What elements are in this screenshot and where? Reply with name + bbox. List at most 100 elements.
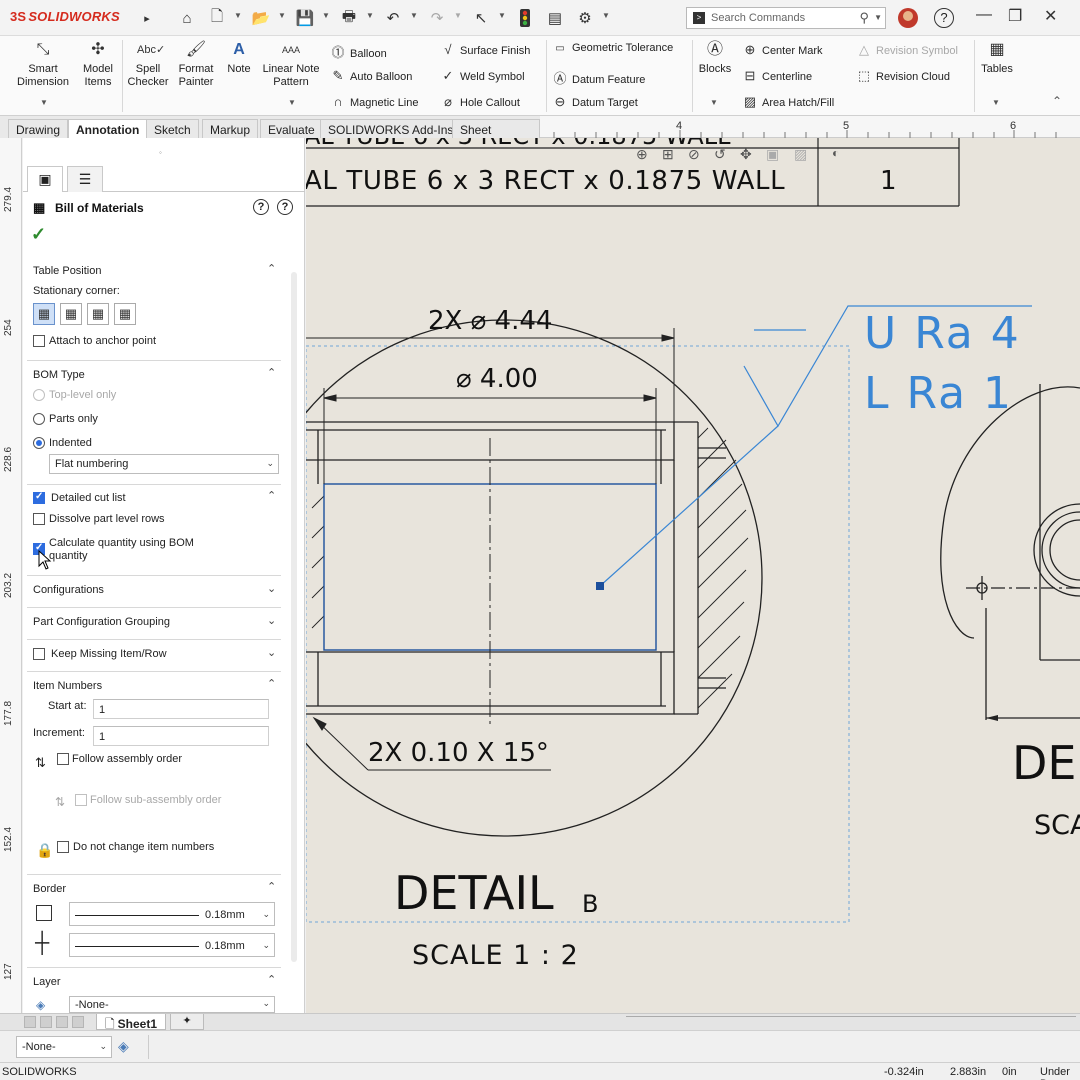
print-icon[interactable]: 🖶 (338, 7, 360, 29)
second-detail-scale[interactable]: SCA (1034, 810, 1080, 841)
geometric-tolerance-button[interactable]: ▭ Geometric Tolerance (552, 42, 673, 54)
tab-sketch[interactable]: Sketch (146, 119, 199, 138)
add-sheet-icon[interactable]: ✦ (170, 1014, 204, 1030)
horizontal-scrollbar[interactable] (626, 1016, 1076, 1028)
box-border-thickness-select[interactable]: 0.18mm ⌄ (69, 902, 275, 926)
section-layer[interactable]: Layer (33, 976, 61, 988)
smart-dimension-dropdown-icon[interactable]: ▼ (40, 98, 48, 107)
section-keep-missing-item[interactable]: Keep Missing Item/Row (51, 648, 167, 660)
select-cursor-icon[interactable]: ↖ (470, 7, 492, 29)
revision-cloud-button[interactable]: ⬚ Revision Cloud (856, 68, 950, 84)
chevron-up-icon[interactable]: ⌃ (267, 366, 276, 379)
chevron-up-icon[interactable]: ⌃ (267, 489, 276, 502)
collapse-ribbon-icon[interactable]: ⌃ (1052, 94, 1062, 108)
do-not-change-items-checkbox[interactable] (57, 841, 69, 853)
chevron-up-icon[interactable]: ⌃ (267, 262, 276, 275)
help-icon[interactable]: ? (277, 199, 293, 215)
chevron-down-icon[interactable]: ⌄ (267, 614, 276, 627)
corner-bottom-left-icon[interactable]: ▦ (87, 303, 109, 325)
help-icon[interactable]: ? (934, 8, 954, 28)
follow-assembly-order-checkbox[interactable] (57, 753, 69, 765)
smart-dimension-button[interactable]: ⤡ Smart Dimension (12, 40, 74, 89)
expand-menu-icon[interactable]: ▸ (136, 7, 158, 29)
chevron-up-icon[interactable]: ⌃ (267, 880, 276, 893)
keep-missing-item-checkbox[interactable] (33, 648, 45, 660)
layer-toolbar-select[interactable]: -None- ⌄ (16, 1036, 112, 1058)
redo-icon[interactable]: ↷ (426, 7, 448, 29)
detail-view-scale[interactable]: SCALE 1 : 2 (412, 940, 579, 971)
detailed-cut-list-checkbox[interactable] (33, 491, 45, 504)
centerline-button[interactable]: ⊟ Centerline (742, 68, 813, 84)
hole-callout-button[interactable]: ⌀ Hole Callout (440, 94, 520, 110)
format-painter-button[interactable]: 🖌 Format Painter (172, 40, 220, 89)
new-document-icon[interactable]: 🗋 (206, 7, 228, 29)
new-dropdown-icon[interactable]: ▼ (234, 11, 242, 20)
section-detailed-cut-list[interactable]: Detailed cut list (51, 492, 126, 504)
restore-icon[interactable]: ❐ (1008, 6, 1022, 26)
close-icon[interactable]: ✕ (1044, 6, 1057, 26)
pan-view-icon[interactable]: ✥ (740, 146, 752, 163)
section-item-numbers[interactable]: Item Numbers (33, 680, 102, 692)
options-dropdown-icon[interactable]: ▼ (602, 11, 610, 20)
balloon-button[interactable]: ⓵ Balloon (330, 42, 386, 61)
chamfer-dimension[interactable]: 2X 0.10 X 15° (368, 738, 549, 768)
feature-tree-tab-icon[interactable]: ☰ (67, 166, 103, 192)
last-sheet-icon[interactable] (72, 1016, 84, 1028)
tab-markup[interactable]: Markup (202, 119, 259, 138)
area-hatch-fill-button[interactable]: ▨ Area Hatch/Fill (742, 94, 834, 110)
linear-note-pattern-button[interactable]: AAA Linear Note Pattern (258, 40, 324, 89)
parts-only-radio[interactable] (33, 413, 45, 425)
select-dropdown-icon[interactable]: ▼ (498, 11, 506, 20)
tables-button[interactable]: ▦ Tables (978, 40, 1016, 76)
print-dropdown-icon[interactable]: ▼ (366, 11, 374, 20)
panel-scrollbar[interactable] (291, 272, 297, 962)
undo-icon[interactable]: ↶ (382, 7, 404, 29)
chevron-down-icon[interactable]: ⌄ (267, 646, 276, 659)
save-icon[interactable]: 💾 (294, 7, 316, 29)
corner-top-left-icon[interactable]: ▦ (33, 303, 55, 325)
start-at-input[interactable]: 1 (93, 699, 269, 719)
undo-dropdown-icon[interactable]: ▼ (410, 11, 418, 20)
previous-sheet-icon[interactable] (40, 1016, 52, 1028)
ok-checkmark-icon[interactable]: ✓ (31, 224, 46, 245)
file-properties-icon[interactable]: ▤ (544, 7, 566, 29)
open-dropdown-icon[interactable]: ▼ (278, 11, 286, 20)
section-border[interactable]: Border (33, 883, 66, 895)
section-part-configuration-grouping[interactable]: Part Configuration Grouping (33, 616, 170, 628)
detail-view-letter[interactable]: B (582, 890, 598, 918)
rebuild-traffic-light-icon[interactable] (514, 7, 536, 29)
search-dropdown-icon[interactable]: ▼ (874, 13, 882, 22)
next-sheet-icon[interactable] (56, 1016, 68, 1028)
top-level-only-radio[interactable] (33, 389, 45, 401)
model-items-button[interactable]: ✣ Model Items (76, 40, 120, 89)
search-icon[interactable]: ⚲ (859, 10, 869, 26)
options-gear-icon[interactable]: ⚙ (574, 7, 596, 29)
whats-new-help-icon[interactable]: ? (253, 199, 269, 215)
blocks-button[interactable]: Ⓐ Blocks (696, 40, 734, 76)
chevron-down-icon[interactable]: ⌄ (267, 582, 276, 595)
section-configurations[interactable]: Configurations (33, 584, 104, 596)
tables-dropdown-icon[interactable]: ▼ (992, 98, 1000, 107)
indented-radio[interactable] (33, 437, 45, 449)
center-mark-button[interactable]: ⊕ Center Mark (742, 42, 823, 58)
open-icon[interactable]: 📂 (250, 7, 272, 29)
tab-evaluate[interactable]: Evaluate (260, 119, 323, 138)
first-sheet-icon[interactable] (24, 1016, 36, 1028)
sheet-tab-sheet1[interactable]: 🗋 Sheet1 (96, 1014, 167, 1031)
tab-sheet-format[interactable]: Sheet Format (452, 119, 540, 151)
panel-grip-icon[interactable]: ◦ (159, 148, 162, 157)
surface-finish-button[interactable]: √ Surface Finish (440, 42, 530, 57)
datum-target-button[interactable]: ⊖ Datum Target (552, 94, 638, 110)
auto-balloon-button[interactable]: ✎ Auto Balloon (330, 68, 413, 84)
tab-annotation[interactable]: Annotation (68, 119, 148, 138)
magnetic-line-button[interactable]: ∩ Magnetic Line (330, 94, 418, 109)
increment-input[interactable]: 1 (93, 726, 269, 746)
weld-symbol-button[interactable]: ✓ Weld Symbol (440, 68, 525, 84)
search-commands-input[interactable]: > Search Commands ⚲ ▼ (686, 7, 886, 29)
property-manager-tab-icon[interactable]: ▣ (27, 166, 63, 192)
spell-checker-button[interactable]: Abc✓ Spell Checker (124, 40, 172, 89)
surface-finish-lower[interactable]: L Ra 1 (864, 368, 1013, 419)
corner-bottom-right-icon[interactable]: ▦ (114, 303, 136, 325)
linear-note-dropdown-icon[interactable]: ▼ (288, 98, 296, 107)
second-detail-title[interactable]: DE (1012, 736, 1077, 790)
